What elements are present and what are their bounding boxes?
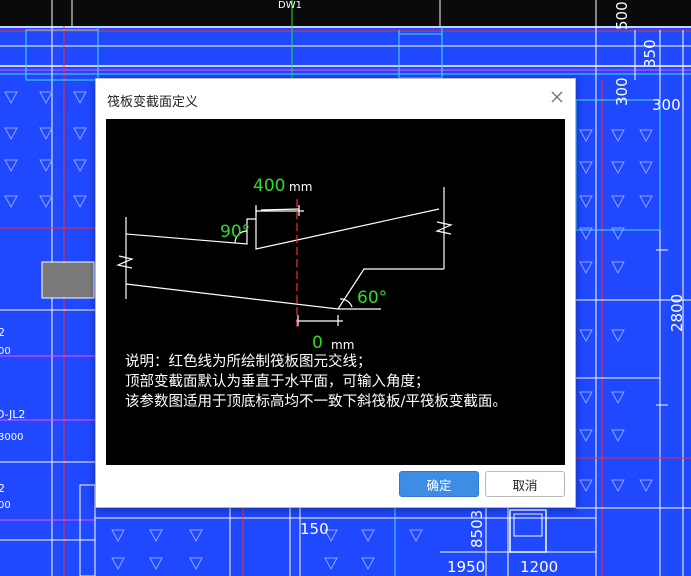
cancel-button[interactable]: 取消 [485,471,565,497]
ok-button[interactable]: 确定 [399,471,479,497]
top-dim-unit: mm [289,180,312,194]
bottom-slab-line [125,268,444,310]
top-slab-line [125,208,440,250]
bottom-angle-value: 60° [357,288,387,308]
bg-label-dw1: DW1 [278,0,302,11]
top-angle-value: 90° [220,222,250,242]
bg-left-label-3000: 3000 [0,432,23,443]
top-black-band [0,0,691,26]
bg-dim-150: 150 [300,520,329,538]
bg-dim-300-horizontal: 300 [652,96,681,114]
dialog-title: 筏板变截面定义 [107,95,199,110]
bg-left-label-djl2: D-JL2 [0,408,25,421]
bg-dim-350: 350 [641,39,659,68]
bg-dim-1200: 1200 [520,558,558,576]
top-dim-value: 400 [253,176,285,196]
bg-dim-500: 500 [613,1,631,30]
note-line-2: 顶部变截面默认为垂直于水平面，可输入角度； [125,374,430,390]
raft-variable-section-dialog: 筏板变截面定义 400 mm 90° 60° 0 mm 说明：红色线为所绘制筏板… [95,78,576,508]
bottom-dim-unit: mm [331,338,354,352]
close-icon [551,91,563,103]
section-preview-diagram: 400 mm 90° 60° 0 mm 说明：红色线为所绘制筏板图元交线； 顶部… [106,119,565,465]
section-diagram-svg: 400 mm 90° 60° 0 mm [116,176,453,353]
bg-left-label-00a: 00 [0,346,11,357]
close-button[interactable] [547,87,567,107]
bg-left-label-00b: 00 [0,500,11,511]
bg-dim-300-vertical: 300 [613,77,631,106]
note-line-1: 说明：红色线为所绘制筏板图元交线； [125,354,372,370]
bg-left-label-2b: 2 [0,482,5,495]
bg-dim-1950: 1950 [447,558,485,576]
diagram-note: 说明：红色线为所绘制筏板图元交线； 顶部变截面默认为垂直于水平面，可输入角度； … [125,352,507,412]
bg-dim-2800: 2800 [668,294,686,332]
bg-left-label-2a: 2 [0,326,5,339]
bottom-dim-value: 0 [312,333,323,353]
bg-dim-8503: 8503 [468,510,486,548]
note-line-3: 该参数图适用于顶底标高均不一致下斜筏板/平筏板变截面。 [125,394,507,410]
